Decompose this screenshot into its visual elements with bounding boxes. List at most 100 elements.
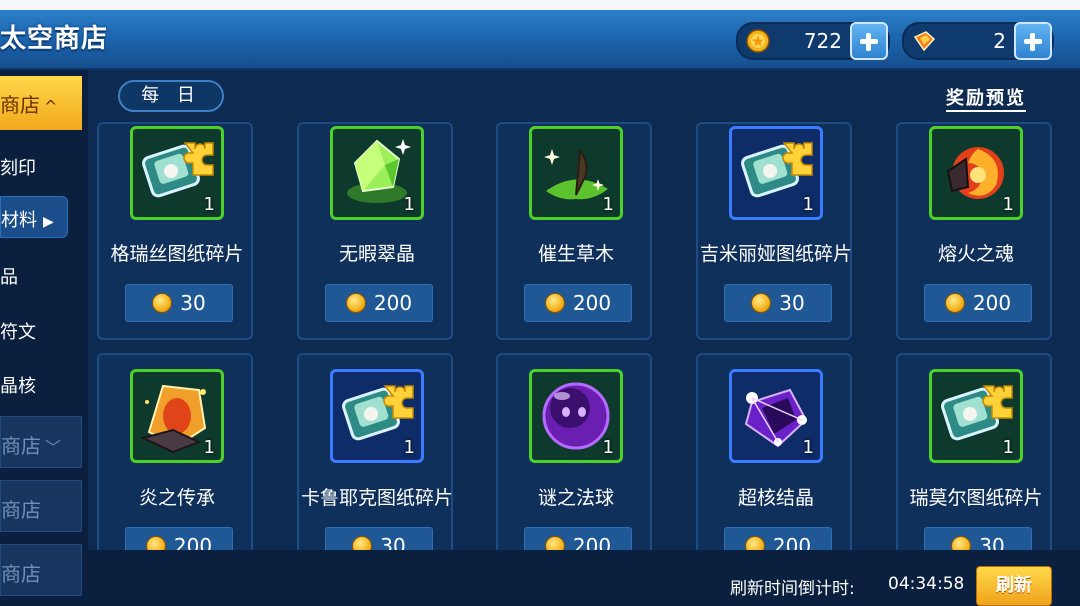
item-quantity: 1 (602, 437, 614, 458)
item-quantity: 1 (403, 194, 415, 215)
item-name: 吉米丽娅图纸碎片 (699, 243, 852, 265)
item-icon-frame[interactable]: 1 (929, 126, 1023, 220)
gems-value: 2 (993, 29, 1006, 53)
sidebar-item-materials[interactable]: 材料 ▶ (0, 196, 68, 238)
item-name: 炎之传承 (138, 487, 215, 509)
item-name: 催生草木 (537, 243, 614, 265)
item-icon-frame[interactable]: 1 (330, 369, 424, 463)
gold-coin-icon (746, 29, 770, 53)
sidebar-category-label: 商店 (0, 93, 40, 117)
coins-value: 722 (803, 29, 842, 53)
shop-footer: 刷新时间倒计时: 04:34:58 刷新 (88, 550, 1080, 606)
sidebar-item-runes[interactable]: 符文 (0, 318, 36, 344)
item-price: 200 (373, 291, 413, 315)
item-quantity: 1 (203, 194, 215, 215)
buy-price-button[interactable]: 200 (325, 284, 433, 322)
buy-price-button[interactable]: 30 (125, 284, 233, 322)
gold-coin-icon (145, 535, 166, 550)
item-price: 200 (772, 534, 812, 550)
shop-items-panel: 1 格瑞丝图纸碎片 30 1 无暇翠晶 200 1 催生草木 200 1 吉米丽娅图纸碎片 30 1 熔火… (88, 70, 1080, 550)
shop-item-card[interactable]: 1 吉米丽娅图纸碎片 30 (696, 122, 852, 340)
tab-daily[interactable]: 每 日 (118, 80, 224, 112)
sidebar-item-goods[interactable]: 品 (0, 263, 18, 289)
gold-coin-icon (152, 292, 173, 313)
sidebar-category-label: 商店 (1, 434, 41, 458)
add-coins-button[interactable] (850, 22, 888, 60)
item-price: 200 (572, 534, 612, 550)
orange-crystal-icon (913, 31, 936, 52)
shop-item-card[interactable]: 1 超核结晶 200 (696, 353, 852, 550)
reward-preview-link[interactable]: 奖励预览 (946, 84, 1026, 112)
item-quantity: 1 (802, 194, 814, 215)
sidebar-category-shop-active[interactable]: 商店 ^ (0, 76, 82, 130)
chevron-up-icon: ^ (44, 97, 58, 116)
refresh-timer-value: 04:34:58 (888, 574, 965, 594)
buy-price-button[interactable]: 200 (125, 527, 233, 550)
item-icon-frame[interactable]: 1 (330, 126, 424, 220)
sidebar-item-engrave[interactable]: 刻印 (0, 154, 36, 180)
item-quantity: 1 (1002, 437, 1014, 458)
item-grid: 1 格瑞丝图纸碎片 30 1 无暇翠晶 200 1 催生草木 200 1 吉米丽娅图纸碎片 30 1 熔火… (88, 70, 1080, 550)
add-gems-button[interactable] (1014, 22, 1052, 60)
sidebar-category-shop-4[interactable]: 商店 (0, 544, 82, 596)
refresh-timer-label: 刷新时间倒计时: (730, 579, 855, 599)
item-price: 200 (972, 291, 1012, 315)
coins-balance: 722 (736, 22, 890, 60)
item-price: 30 (180, 291, 206, 315)
sidebar-category-shop-3[interactable]: 商店 (0, 480, 82, 532)
gold-coin-icon (744, 535, 765, 550)
shop-item-card[interactable]: 1 瑞莫尔图纸碎片 30 (896, 353, 1052, 550)
gold-coin-icon (345, 292, 366, 313)
item-name: 无暇翠晶 (338, 243, 415, 265)
buy-price-button[interactable]: 200 (524, 284, 632, 322)
shop-item-card[interactable]: 1 熔火之魂 200 (896, 122, 1052, 340)
shop-item-card[interactable]: 1 格瑞丝图纸碎片 30 (97, 122, 253, 340)
shop-item-card[interactable]: 1 炎之传承 200 (97, 353, 253, 550)
buy-price-button[interactable]: 30 (924, 527, 1032, 550)
item-quantity: 1 (203, 437, 215, 458)
gold-coin-icon (544, 535, 565, 550)
gold-coin-icon (544, 292, 565, 313)
item-name: 卡鲁耶克图纸碎片 (300, 487, 453, 509)
sidebar-category-label: 商店 (1, 562, 41, 586)
shop-item-card[interactable]: 1 无暇翠晶 200 (297, 122, 453, 340)
item-name: 瑞莫尔图纸碎片 (909, 487, 1043, 509)
item-icon-frame[interactable]: 1 (929, 369, 1023, 463)
sidebar-category-shop-2[interactable]: 商店 ﹀ (0, 416, 82, 468)
item-quantity: 1 (602, 194, 614, 215)
shop-header: 太空商店 722 2 (0, 10, 1080, 70)
item-icon-frame[interactable]: 1 (529, 126, 623, 220)
shop-item-card[interactable]: 1 催生草木 200 (496, 122, 652, 340)
item-icon-frame[interactable]: 1 (130, 126, 224, 220)
sidebar-item-label: 材料 (1, 210, 37, 231)
item-name: 超核结晶 (737, 487, 814, 509)
item-icon-frame[interactable]: 1 (529, 369, 623, 463)
item-name: 谜之法球 (537, 487, 614, 509)
top-status-strip (0, 0, 1080, 10)
item-name: 格瑞丝图纸碎片 (110, 243, 244, 265)
buy-price-button[interactable]: 30 (325, 527, 433, 550)
item-price: 30 (380, 534, 406, 550)
shop-item-card[interactable]: 1 卡鲁耶克图纸碎片 30 (297, 353, 453, 550)
sidebar-category-label: 商店 (1, 498, 41, 522)
item-price: 200 (173, 534, 213, 550)
gems-balance: 2 (902, 22, 1054, 60)
buy-price-button[interactable]: 200 (524, 527, 632, 550)
item-icon-frame[interactable]: 1 (729, 369, 823, 463)
refresh-button[interactable]: 刷新 (976, 566, 1052, 606)
item-icon-frame[interactable]: 1 (729, 126, 823, 220)
chevron-down-icon: ﹀ (45, 438, 62, 457)
item-price: 30 (779, 291, 805, 315)
buy-price-button[interactable]: 200 (924, 284, 1032, 322)
buy-price-button[interactable]: 30 (724, 284, 832, 322)
item-quantity: 1 (1002, 194, 1014, 215)
buy-price-button[interactable]: 200 (724, 527, 832, 550)
item-quantity: 1 (802, 437, 814, 458)
shop-item-card[interactable]: 1 谜之法球 200 (496, 353, 652, 550)
item-icon-frame[interactable]: 1 (130, 369, 224, 463)
sidebar-item-cores[interactable]: 晶核 (0, 372, 36, 398)
item-price: 30 (979, 534, 1005, 550)
item-quantity: 1 (403, 437, 415, 458)
item-price: 200 (572, 291, 612, 315)
category-sidebar: 商店 ^ 刻印 材料 ▶ 品 符文 晶核 商店 ﹀ 商店 商店 (0, 70, 88, 606)
